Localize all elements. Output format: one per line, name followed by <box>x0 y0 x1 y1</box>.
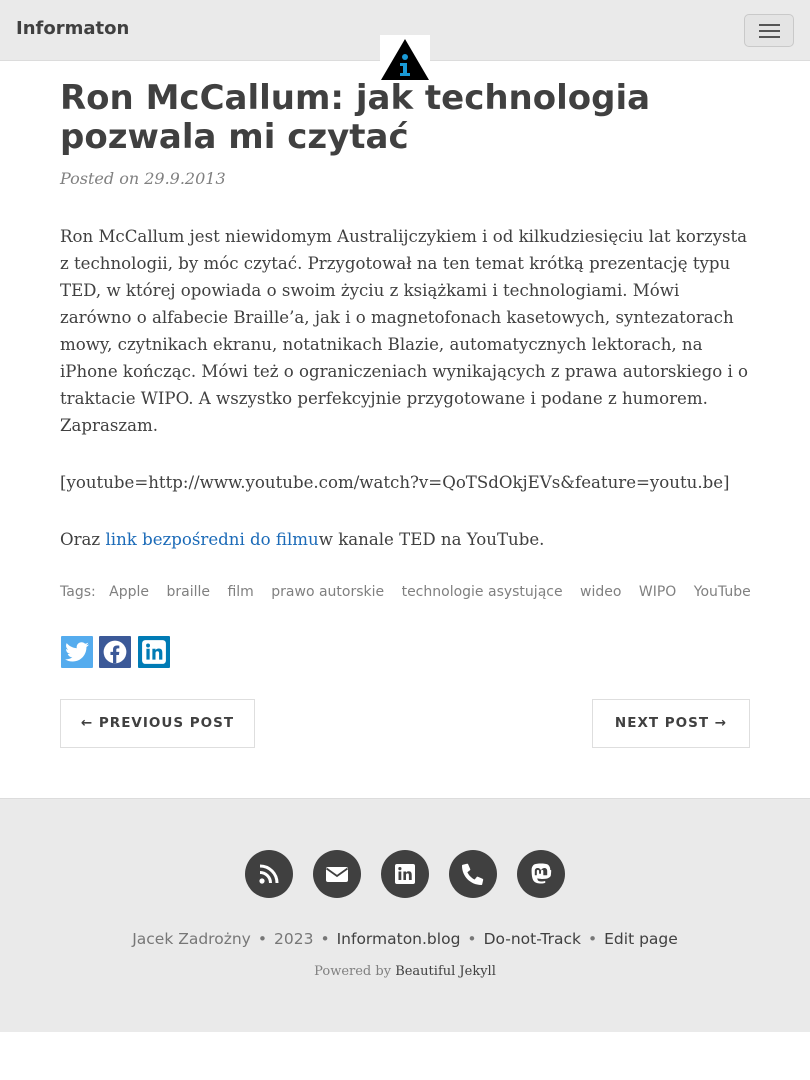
footer-linkedin-link[interactable] <box>381 850 429 898</box>
share-facebook-button[interactable] <box>98 635 132 669</box>
footer-site-link[interactable]: Informaton.blog <box>337 930 461 948</box>
site-brand[interactable]: Informaton <box>16 18 129 39</box>
beautiful-jekyll-link[interactable]: Beautiful Jekyll <box>395 964 496 979</box>
linkedin-icon <box>395 864 415 884</box>
post-title: Ron McCallum: jak technologia pozwala mi… <box>60 78 651 157</box>
footer-credits: Jacek Zadrożny • 2023 • Informaton.blog • Do-n… <box>132 930 678 948</box>
powered-by-label: Powered by <box>314 964 392 979</box>
tag-link[interactable]: prawo autorskie <box>271 584 384 600</box>
direct-video-link[interactable]: link bezpośredni do filmu <box>105 530 318 549</box>
next-post-button[interactable]: NEXT POST → <box>592 699 750 748</box>
tag-link[interactable]: YouTube <box>694 584 751 600</box>
tag-link[interactable]: film <box>227 584 253 600</box>
footer-year: 2023 <box>273 930 314 948</box>
tags-label: Tags: <box>60 584 96 600</box>
hamburger-line <box>759 24 780 26</box>
mastodon-icon <box>531 863 552 884</box>
tag-link[interactable]: wideo <box>580 584 621 600</box>
envelope-icon <box>325 867 349 882</box>
tag-link[interactable]: braille <box>166 584 210 600</box>
tag-link[interactable]: Apple <box>109 584 149 600</box>
hamburger-line <box>759 36 780 38</box>
tag-link[interactable]: WIPO <box>639 584 676 600</box>
footer-mastodon-link[interactable] <box>517 850 565 898</box>
post-paragraph-link: Oraz link bezpośredni do filmuw kanale T… <box>60 526 750 553</box>
footer-rss-link[interactable] <box>245 850 293 898</box>
facebook-icon <box>103 640 127 664</box>
share-twitter-button[interactable] <box>60 635 94 669</box>
post-paragraph: Ron McCallum jest niewidomym Australijcz… <box>60 227 749 435</box>
linkedin-icon <box>142 640 166 664</box>
previous-post-button[interactable]: ← PREVIOUS POST <box>60 699 255 748</box>
do-not-track-link[interactable]: Do-not-Track <box>484 930 581 948</box>
footer-phone-link[interactable] <box>449 850 497 898</box>
rss-icon <box>259 864 279 884</box>
hamburger-line <box>759 30 780 32</box>
edit-page-link[interactable]: Edit page <box>604 930 678 948</box>
link-prefix: Oraz <box>60 530 106 549</box>
twitter-icon <box>65 642 89 662</box>
menu-toggle-button[interactable] <box>744 14 794 47</box>
post-meta: Posted on 29.9.2013 <box>60 169 226 188</box>
info-logo-icon <box>381 39 429 80</box>
phone-icon <box>462 863 484 885</box>
powered-by: Powered by Beautiful Jekyll <box>0 964 810 979</box>
footer-email-link[interactable] <box>313 850 361 898</box>
tag-link[interactable]: technologie asystujące <box>402 584 563 600</box>
youtube-embed-shortcode: [youtube=http://www.youtube.com/watch?v=… <box>60 473 730 492</box>
share-linkedin-button[interactable] <box>137 635 171 669</box>
tags-list: Tags: Apple braille film prawo autorskie… <box>60 584 764 600</box>
site-logo[interactable] <box>380 35 430 81</box>
footer: Jacek Zadrożny • 2023 • Informaton.blog • Do-n… <box>0 798 810 1032</box>
author-name: Jacek Zadrożny <box>132 930 251 948</box>
link-suffix: w kanale TED na YouTube. <box>318 530 545 549</box>
